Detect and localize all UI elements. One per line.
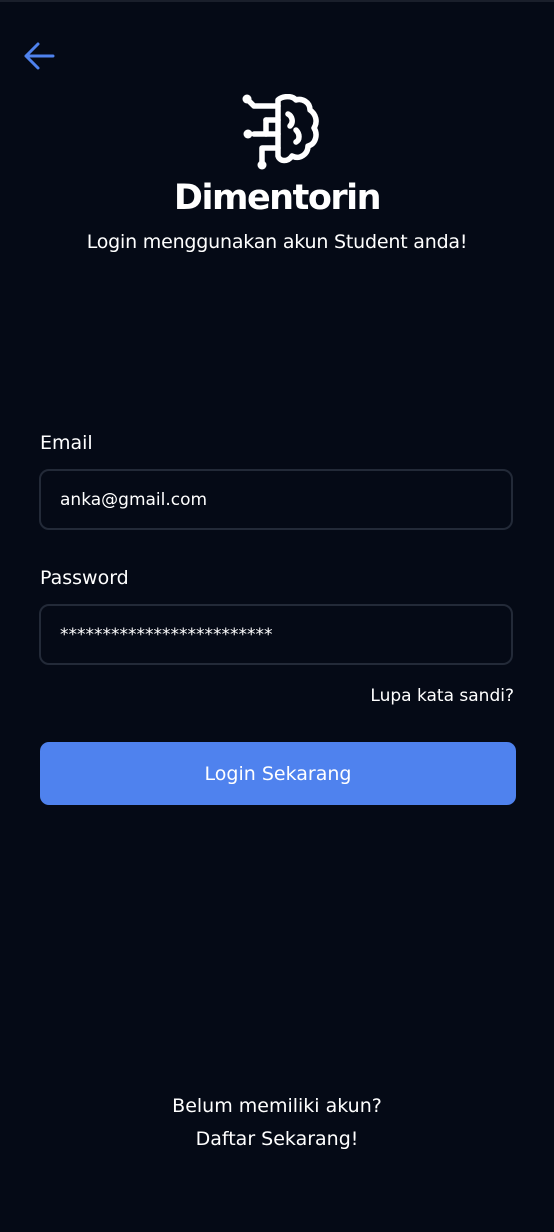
arrow-left-icon (24, 42, 55, 70)
password-field[interactable]: ************************* (39, 604, 513, 665)
password-value: ************************* (60, 624, 273, 645)
register-prompt: Belum memiliki akun? (172, 1095, 382, 1117)
back-button[interactable] (18, 36, 60, 76)
top-divider (0, 0, 554, 2)
email-label: Email (40, 432, 93, 454)
password-label: Password (40, 567, 129, 589)
login-button[interactable]: Login Sekarang (40, 742, 516, 805)
brain-circuit-icon (242, 94, 319, 170)
brand-name: Dimentorin (173, 178, 382, 218)
register-link[interactable]: Daftar Sekarang! (0, 1126, 554, 1152)
login-button-label: Login Sekarang (204, 762, 352, 785)
page-subtitle: Login menggunakan akun Student anda! (86, 231, 468, 253)
email-field[interactable]: anka@gmail.com (39, 469, 513, 530)
forgot-password-link[interactable]: Lupa kata sandi? (370, 684, 514, 708)
email-value: anka@gmail.com (60, 489, 208, 510)
